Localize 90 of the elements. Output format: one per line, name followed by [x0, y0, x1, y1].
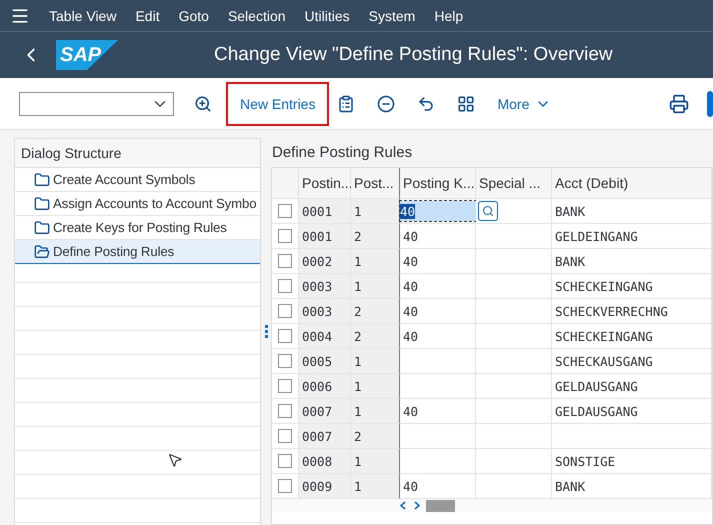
menu-item[interactable]: Selection	[228, 8, 286, 24]
row-checkbox[interactable]	[278, 304, 292, 318]
folder-icon	[34, 172, 50, 188]
column-header[interactable]: Acct (Debit)	[552, 168, 712, 199]
table-cell: BANK	[552, 249, 712, 274]
table-cell: 0004	[299, 324, 351, 349]
window-title: Change View "Define Posting Rules": Overview	[214, 44, 613, 66]
row-checkbox[interactable]	[278, 329, 292, 343]
row-checkbox[interactable]	[278, 354, 292, 368]
table-cell: 40	[400, 399, 476, 424]
table-cell: SCHECKEINGANG	[552, 324, 712, 349]
minus-icon[interactable]	[377, 94, 396, 112]
column-header[interactable]: Posting K...	[400, 168, 476, 199]
menu-item[interactable]: Goto	[178, 8, 209, 24]
table-cell: 0007	[299, 424, 351, 449]
undo-icon[interactable]	[417, 94, 436, 112]
table-cell: SCHECKEINGANG	[552, 274, 712, 299]
table-cell: 2	[351, 299, 400, 324]
zoom-icon[interactable]	[194, 94, 212, 112]
scroll-left-icon[interactable]	[400, 501, 406, 510]
table-cell: 0006	[299, 374, 351, 399]
row-checkbox[interactable]	[278, 479, 292, 493]
table-cell: 40	[400, 274, 476, 299]
table-cell: BANK	[552, 199, 712, 224]
table-cell: 0007	[299, 399, 351, 424]
row-checkbox[interactable]	[278, 254, 292, 268]
pointer-icon	[167, 452, 183, 468]
table-cell: 2	[351, 324, 400, 349]
menu-item[interactable]: System	[368, 8, 416, 24]
folder-icon	[34, 220, 50, 236]
scroll-right-icon[interactable]	[414, 501, 420, 510]
overflow-button[interactable]	[707, 90, 713, 116]
row-checkbox[interactable]	[278, 379, 292, 393]
table-cell: GELDEINGANG	[552, 224, 712, 249]
scrollbar-thumb[interactable]	[426, 500, 455, 512]
menu-item[interactable]: Edit	[135, 8, 160, 24]
table-cell: 0001	[299, 224, 351, 249]
table-cell: 40	[400, 324, 476, 349]
table-cell: 0002	[299, 249, 351, 274]
column-header[interactable]: Post...	[351, 168, 400, 199]
table-cell: GELDAUSGANG	[552, 374, 712, 399]
menu-item[interactable]: Table View	[49, 8, 116, 24]
table-cell: 0003	[299, 274, 351, 299]
search-icon[interactable]	[478, 201, 498, 221]
table-cell: GELDAUSGANG	[552, 399, 712, 424]
dropdown-field[interactable]	[19, 92, 174, 116]
new-entries-button[interactable]: New Entries	[226, 82, 330, 126]
logo: SAP	[56, 40, 118, 70]
row-checkbox[interactable]	[278, 454, 292, 468]
table-cell: 1	[351, 249, 400, 274]
menu-item[interactable]: Utilities	[304, 8, 350, 24]
table-cell: 1	[351, 374, 400, 399]
table-cell: 0005	[299, 349, 351, 374]
grid-icon[interactable]	[457, 94, 476, 112]
table-cell: 40	[400, 474, 476, 499]
table-cell: 1	[351, 349, 400, 374]
row-checkbox[interactable]	[278, 404, 292, 418]
column-header[interactable]: Special ...	[476, 168, 552, 199]
table-cell: SCHECKVERRECHNG	[552, 299, 712, 324]
table-cell: 0008	[299, 449, 351, 474]
table-cell: 40	[400, 299, 476, 324]
table-cell: 1	[351, 449, 400, 474]
table-cell: 2	[351, 424, 400, 449]
column-header[interactable]: Postin...	[299, 168, 351, 199]
menu-item[interactable]: Help	[434, 8, 464, 24]
row-checkbox[interactable]	[278, 204, 292, 218]
open-folder-icon	[34, 244, 50, 260]
row-checkbox[interactable]	[278, 279, 292, 293]
table-cell: 40	[400, 224, 476, 249]
table-cell: 1	[351, 274, 400, 299]
table-cell: 1	[351, 474, 400, 499]
table-cell: 2	[351, 224, 400, 249]
table-cell: 40	[400, 249, 476, 274]
tree-item[interactable]: Define Posting Rules	[15, 240, 260, 264]
table-cell: SCHECKAUSGANG	[552, 349, 712, 374]
row-checkbox[interactable]	[278, 429, 292, 443]
table-cell: 1	[351, 399, 400, 424]
table-cell: SONSTIGE	[552, 449, 712, 474]
row-checkbox[interactable]	[278, 229, 292, 243]
table-cell: 0003	[299, 299, 351, 324]
table-cell: 0009	[299, 474, 351, 499]
table-cell: 1	[351, 199, 400, 224]
table-cell: 0001	[299, 199, 351, 224]
splitter-handle[interactable]	[264, 324, 268, 338]
table-title: Define Posting Rules	[271, 143, 414, 163]
input-field[interactable]: 40	[400, 201, 476, 221]
print-icon[interactable]	[669, 94, 689, 114]
folder-icon	[34, 196, 50, 212]
panel-title: Dialog Structure	[15, 139, 260, 168]
table-cell: BANK	[552, 474, 712, 499]
